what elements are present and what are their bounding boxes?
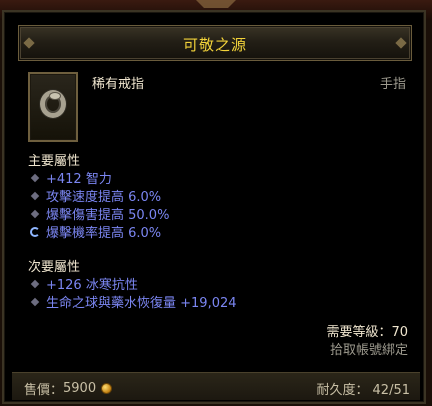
secondary-stat: +126 冰寒抗性	[28, 274, 138, 293]
item-slot: 手指	[379, 77, 406, 92]
item-icon-frame	[28, 72, 78, 142]
item-tooltip: 可敬之源 稀有戒指 手指 主要屬性 +412 智力 攻擊速度提高 6.0% 爆擊…	[2, 10, 426, 404]
primary-stat: 攻擊速度提高 6.0%	[28, 186, 161, 205]
item-title-bar: 可敬之源	[18, 25, 412, 61]
diamond-bullet-icon	[30, 209, 40, 218]
stat-text: +412 智力	[46, 172, 112, 187]
sell-price: 售價： 5900	[24, 379, 113, 398]
primary-stat: 爆擊機率提高 6.0%	[28, 222, 161, 241]
diamond-bullet-icon	[30, 173, 40, 182]
diamond-bullet-icon	[30, 279, 40, 288]
durability-value: 42/51	[372, 383, 410, 398]
stat-text: 生命之球與藥水恢復量 +19,024	[46, 296, 237, 311]
account-bound-notice: 拾取帳號綁定	[329, 343, 408, 358]
stat-text: 爆擊機率提高 6.0%	[46, 226, 162, 241]
stat-text: 攻擊速度提高 6.0%	[46, 190, 162, 205]
stat-text: +126 冰寒抗性	[46, 278, 138, 293]
required-level: 需要等級：70	[326, 325, 408, 340]
background-ornament	[196, 0, 236, 8]
sell-price-label: 售價：	[24, 383, 64, 398]
ring-gem	[49, 92, 61, 100]
primary-stat: 爆擊傷害提高 50.0%	[28, 204, 169, 223]
primary-stat: +412 智力	[28, 168, 112, 187]
tooltip-footer: 售價： 5900 耐久度： 42/51	[12, 372, 420, 400]
stat-text: 爆擊傷害提高 50.0%	[46, 208, 170, 223]
gold-coin-icon	[101, 383, 113, 394]
enchanted-swirl-icon	[30, 226, 40, 237]
item-name: 可敬之源	[182, 36, 247, 54]
durability-label: 耐久度：	[316, 383, 369, 398]
durability: 耐久度： 42/51	[317, 379, 410, 398]
tooltip-body: 稀有戒指 手指 主要屬性 +412 智力 攻擊速度提高 6.0% 爆擊傷害提高 …	[12, 62, 420, 370]
diamond-bullet-icon	[30, 191, 40, 200]
secondary-stat: 生命之球與藥水恢復量 +19,024	[28, 292, 237, 311]
diamond-bullet-icon	[30, 297, 40, 306]
item-type: 稀有戒指	[92, 77, 145, 92]
sell-price-value: 5900	[63, 381, 97, 396]
primary-attributes-heading: 主要屬性	[28, 154, 81, 169]
secondary-attributes-heading: 次要屬性	[28, 260, 81, 275]
